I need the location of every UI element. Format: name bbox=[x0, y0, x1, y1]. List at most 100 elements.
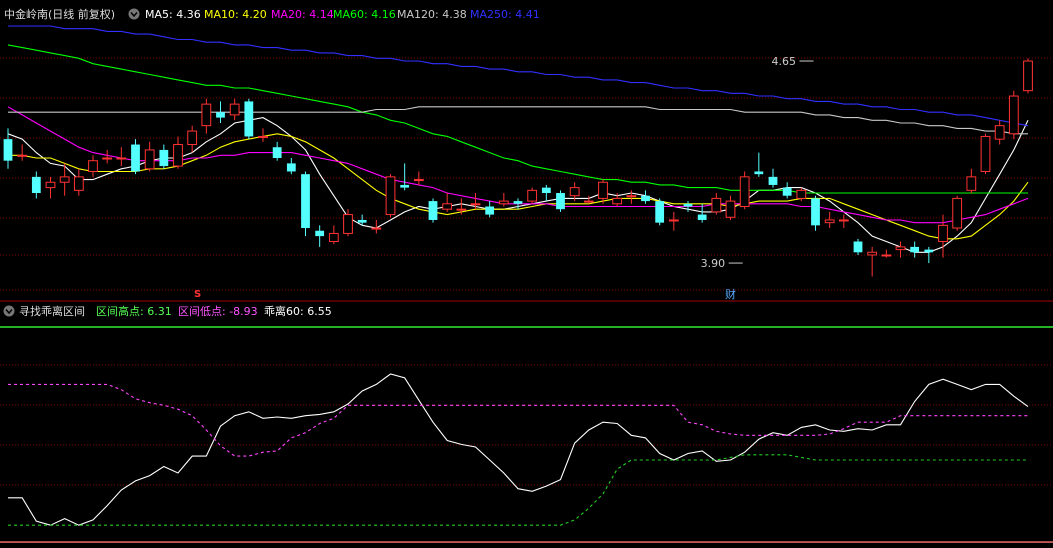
indicator-line bbox=[8, 454, 1028, 526]
candle-body bbox=[924, 249, 934, 253]
candle-body bbox=[442, 203, 453, 210]
candle-body bbox=[739, 176, 750, 207]
candle-body bbox=[187, 130, 198, 146]
candle-body bbox=[1023, 60, 1033, 92]
indicator-line bbox=[8, 383, 1028, 457]
candle-body bbox=[527, 189, 538, 202]
candle-body bbox=[711, 197, 722, 213]
candle-body bbox=[867, 251, 878, 256]
bias60-label: 乖离60: 6.55 bbox=[264, 304, 332, 318]
ma-line-ma5 bbox=[7, 117, 1029, 253]
candle-body bbox=[315, 230, 325, 237]
candle-body bbox=[131, 144, 140, 172]
candle-body bbox=[853, 241, 863, 253]
ma250-label: MA250: 4.41 bbox=[470, 8, 540, 21]
cai-marker: 财 bbox=[725, 287, 736, 301]
candle-body bbox=[301, 174, 310, 229]
candle-body bbox=[385, 176, 396, 216]
candle-body bbox=[612, 197, 623, 205]
range-low-label: 区间低点: -8.93 bbox=[178, 305, 258, 318]
candle-body bbox=[144, 149, 155, 170]
candle-body bbox=[583, 200, 594, 203]
ma-line-ma10 bbox=[8, 133, 1029, 240]
candle-body bbox=[598, 181, 608, 199]
candle-body bbox=[470, 203, 481, 206]
candle-body bbox=[286, 163, 296, 172]
price-panel: 4.65 3.90 bbox=[3, 25, 1033, 277]
indicator-settings-icon[interactable] bbox=[3, 305, 15, 317]
ma5-label: MA5: 4.36 bbox=[145, 8, 201, 21]
candle-body bbox=[485, 206, 495, 215]
range-high-label: 区间高点: 6.31 bbox=[96, 304, 172, 318]
candle-body bbox=[824, 219, 835, 224]
candle-body bbox=[498, 200, 509, 205]
candle-body bbox=[626, 195, 637, 198]
indicator-panel bbox=[0, 326, 1053, 543]
ma-line-ma60 bbox=[7, 44, 1028, 194]
candle-body bbox=[88, 160, 98, 172]
candle-body bbox=[513, 201, 523, 204]
price-annotation: 4.65 bbox=[772, 55, 797, 68]
candle-body bbox=[754, 171, 764, 175]
candle-body bbox=[244, 101, 254, 137]
candle-body bbox=[994, 125, 1005, 140]
candle-body bbox=[938, 224, 948, 243]
candle-body bbox=[328, 232, 339, 243]
candle-body bbox=[229, 103, 240, 116]
candle-body bbox=[556, 193, 565, 210]
candle-body bbox=[541, 187, 551, 194]
candle-body bbox=[343, 214, 353, 234]
price-annotation: 3.90 bbox=[701, 257, 726, 270]
candle-body bbox=[683, 203, 693, 207]
candle-body bbox=[357, 219, 367, 223]
candle-body bbox=[413, 179, 424, 182]
candle-body bbox=[881, 254, 892, 257]
ma60-label: MA60: 4.16 bbox=[333, 8, 396, 21]
ma120-label: MA120: 4.38 bbox=[397, 8, 467, 21]
candle-body bbox=[668, 219, 679, 222]
candle-body bbox=[768, 176, 778, 185]
ma10-label: MA10: 4.20 bbox=[204, 8, 267, 21]
candle-body bbox=[272, 147, 282, 158]
candle-body bbox=[569, 187, 580, 197]
candle-body bbox=[102, 157, 113, 160]
candle-body bbox=[216, 112, 225, 118]
candle-body bbox=[966, 176, 977, 191]
candle-body bbox=[796, 189, 807, 199]
candle-body bbox=[31, 176, 41, 194]
candle-body bbox=[116, 157, 127, 160]
stock-chart[interactable]: 4.65 3.90 中金岭南(日线 前复权) MA5: 4.36 MA10: 4.… bbox=[0, 0, 1053, 548]
ma20-label: MA20: 4.14 bbox=[271, 8, 334, 21]
settings-icon[interactable] bbox=[128, 8, 140, 20]
candle-body bbox=[980, 135, 991, 172]
candle-body bbox=[173, 144, 183, 167]
candle-body bbox=[910, 246, 920, 253]
price-header: 中金岭南(日线 前复权) MA5: 4.36 MA10: 4.20 MA20: … bbox=[4, 7, 540, 21]
candle-body bbox=[73, 176, 84, 191]
candle-body bbox=[725, 200, 736, 218]
candle-body bbox=[258, 135, 268, 138]
stock-title: 中金岭南(日线 前复权) bbox=[4, 7, 115, 21]
candle-body bbox=[697, 214, 707, 220]
candle-body bbox=[59, 176, 70, 183]
ma-line-ma120 bbox=[8, 106, 1028, 135]
candle-body bbox=[17, 154, 28, 157]
ma-line-ma250 bbox=[8, 25, 1029, 127]
candle-body bbox=[895, 246, 906, 251]
candle-body bbox=[952, 197, 963, 229]
candle-body bbox=[400, 184, 410, 188]
candle-body bbox=[159, 149, 169, 167]
candle-body bbox=[641, 195, 650, 202]
indicator-line bbox=[8, 373, 1029, 526]
candle-body bbox=[811, 198, 820, 226]
candle-body bbox=[782, 187, 792, 196]
indicator-header: 寻找乖离区间 区间高点: 6.31 区间低点: -8.93 乖离60: 6.55 bbox=[3, 304, 332, 318]
candle-body bbox=[838, 219, 849, 222]
candle-body bbox=[3, 139, 13, 161]
candle-body bbox=[456, 208, 467, 211]
s-marker: S bbox=[194, 289, 201, 300]
candle-body bbox=[1008, 95, 1019, 135]
indicator-title: 寻找乖离区间 bbox=[19, 304, 85, 318]
candle-body bbox=[655, 201, 665, 223]
candle-body bbox=[45, 181, 56, 189]
